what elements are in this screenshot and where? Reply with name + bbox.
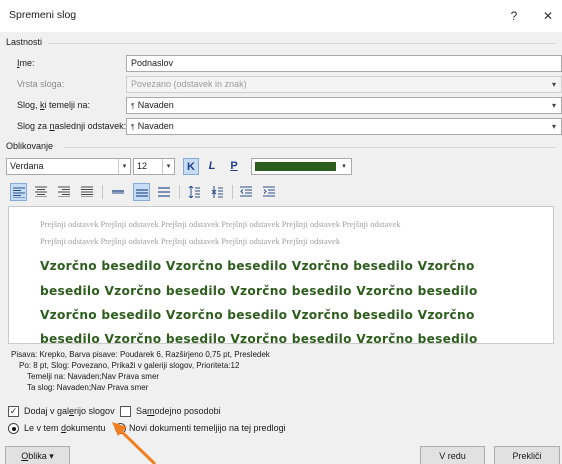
name-input[interactable]: Podnaslov	[126, 55, 562, 72]
spacing-up-icon	[188, 186, 200, 198]
style-description-line: Pisava: Krepko, Barva pisave: Poudarek 6…	[11, 350, 270, 359]
style-description-line: Po: 8 pt, Slog: Povezano, Prikaži v gale…	[19, 361, 240, 370]
font-color-swatch	[255, 162, 336, 171]
style-preview: Prejšnji odstavek Prejšnji odstavek Prej…	[8, 206, 554, 344]
font-select[interactable]: Verdana ▾	[6, 158, 131, 175]
justify-icon	[81, 186, 93, 197]
chevron-down-icon: ▾	[551, 101, 556, 110]
next-style-select[interactable]: ¶ Navaden ▾	[126, 118, 562, 135]
align-left-button[interactable]	[10, 183, 27, 201]
formatting-section-label: Oblikovanje	[6, 141, 54, 151]
single-spacing-icon	[112, 190, 124, 194]
based-on-value: Navaden	[137, 100, 174, 110]
style-type-label: Vrsta sloga:	[17, 79, 65, 89]
next-style-label: Slog za naslednji odstavek:	[17, 121, 127, 131]
align-left-icon	[13, 187, 25, 198]
chevron-down-icon: ▾	[118, 159, 130, 174]
annotation-arrow-icon	[112, 422, 157, 464]
previous-paragraph-line: Prejšnji odstavek Prejšnji odstavek Prej…	[40, 219, 401, 229]
title-bar: Spremeni slog ? ✕	[0, 0, 562, 32]
chevron-down-icon: ▾	[342, 163, 346, 170]
double-spacing-icon	[158, 187, 170, 197]
properties-divider	[48, 43, 556, 44]
one-half-spacing-icon	[136, 189, 148, 197]
font-value: Verdana	[10, 161, 44, 171]
based-on-select[interactable]: ¶ Navaden ▾	[126, 97, 562, 114]
toolbar-divider	[102, 185, 103, 199]
font-size-value: 12	[137, 161, 148, 171]
based-on-label: Slog, ki temelji na:	[17, 100, 91, 110]
bold-button[interactable]: K	[183, 158, 199, 175]
sample-text-line: besedilo Vzorčno besedilo Vzorčno besedi…	[40, 332, 478, 344]
spacing-down-icon	[211, 186, 223, 198]
cancel-button[interactable]: Prekliči	[494, 446, 560, 464]
align-center-icon	[35, 186, 47, 197]
sample-text-line: Vzorčno besedilo Vzorčno besedilo Vzorčn…	[40, 308, 475, 322]
underline-button[interactable]: P	[226, 158, 242, 175]
formatting-divider	[64, 147, 556, 148]
sample-text-line: besedilo Vzorčno besedilo Vzorčno besedi…	[40, 284, 478, 298]
paragraph-mark-icon: ¶	[131, 103, 135, 110]
align-right-icon	[58, 186, 70, 197]
align-right-button[interactable]	[56, 183, 73, 201]
name-label: Ime:	[17, 58, 35, 68]
decrease-spacing-button[interactable]	[209, 183, 226, 201]
font-color-select[interactable]: ▾	[251, 158, 352, 175]
auto-update-label: Samodejno posodobi	[136, 406, 221, 416]
single-spacing-button[interactable]	[110, 183, 127, 201]
ok-button[interactable]: V redu	[420, 446, 485, 464]
toolbar-divider	[232, 185, 233, 199]
increase-indent-button[interactable]	[261, 183, 278, 201]
next-style-value: Navaden	[137, 121, 174, 131]
only-this-document-label: Le v tem dokumentu	[24, 423, 106, 433]
previous-paragraph-line: Prejšnji odstavek Prejšnji odstavek Prej…	[40, 236, 341, 246]
italic-button[interactable]: L	[204, 158, 220, 175]
style-description-line: Temelji na: Navaden;Nav Prava smer	[27, 372, 160, 381]
one-half-spacing-button[interactable]	[133, 183, 150, 201]
sample-text-line: Vzorčno besedilo Vzorčno besedilo Vzorčn…	[40, 259, 475, 273]
close-button[interactable]: ✕	[534, 4, 562, 28]
align-center-button[interactable]	[33, 183, 50, 201]
toolbar-divider	[179, 185, 180, 199]
help-button[interactable]: ?	[500, 4, 528, 28]
dialog-title: Spremeni slog	[9, 9, 77, 21]
justify-button[interactable]	[79, 183, 96, 201]
outdent-icon	[240, 186, 252, 197]
indent-icon	[263, 186, 275, 197]
decrease-indent-button[interactable]	[238, 183, 255, 201]
add-to-gallery-checkbox[interactable]: ✓	[8, 406, 19, 417]
style-description-line: Ta slog: Navaden;Nav Prava smer	[27, 383, 149, 392]
double-spacing-button[interactable]	[156, 183, 173, 201]
auto-update-checkbox[interactable]	[120, 406, 131, 417]
style-type-select: Povezano (odstavek in znak) ▾	[126, 76, 562, 93]
font-size-select[interactable]: 12 ▾	[133, 158, 175, 175]
only-this-document-radio[interactable]	[8, 423, 19, 434]
add-to-gallery-label: Dodaj v galerijo slogov	[24, 406, 115, 416]
chevron-down-icon: ▾	[551, 122, 556, 131]
format-menu-button[interactable]: Oblika ▾	[5, 446, 70, 464]
properties-section-label: Lastnosti	[6, 37, 43, 47]
style-type-value: Povezano (odstavek in znak)	[131, 79, 247, 89]
chevron-down-icon: ▾	[162, 159, 174, 174]
chevron-down-icon: ▾	[551, 80, 556, 89]
paragraph-mark-icon: ¶	[131, 124, 135, 131]
increase-spacing-button[interactable]	[186, 183, 203, 201]
